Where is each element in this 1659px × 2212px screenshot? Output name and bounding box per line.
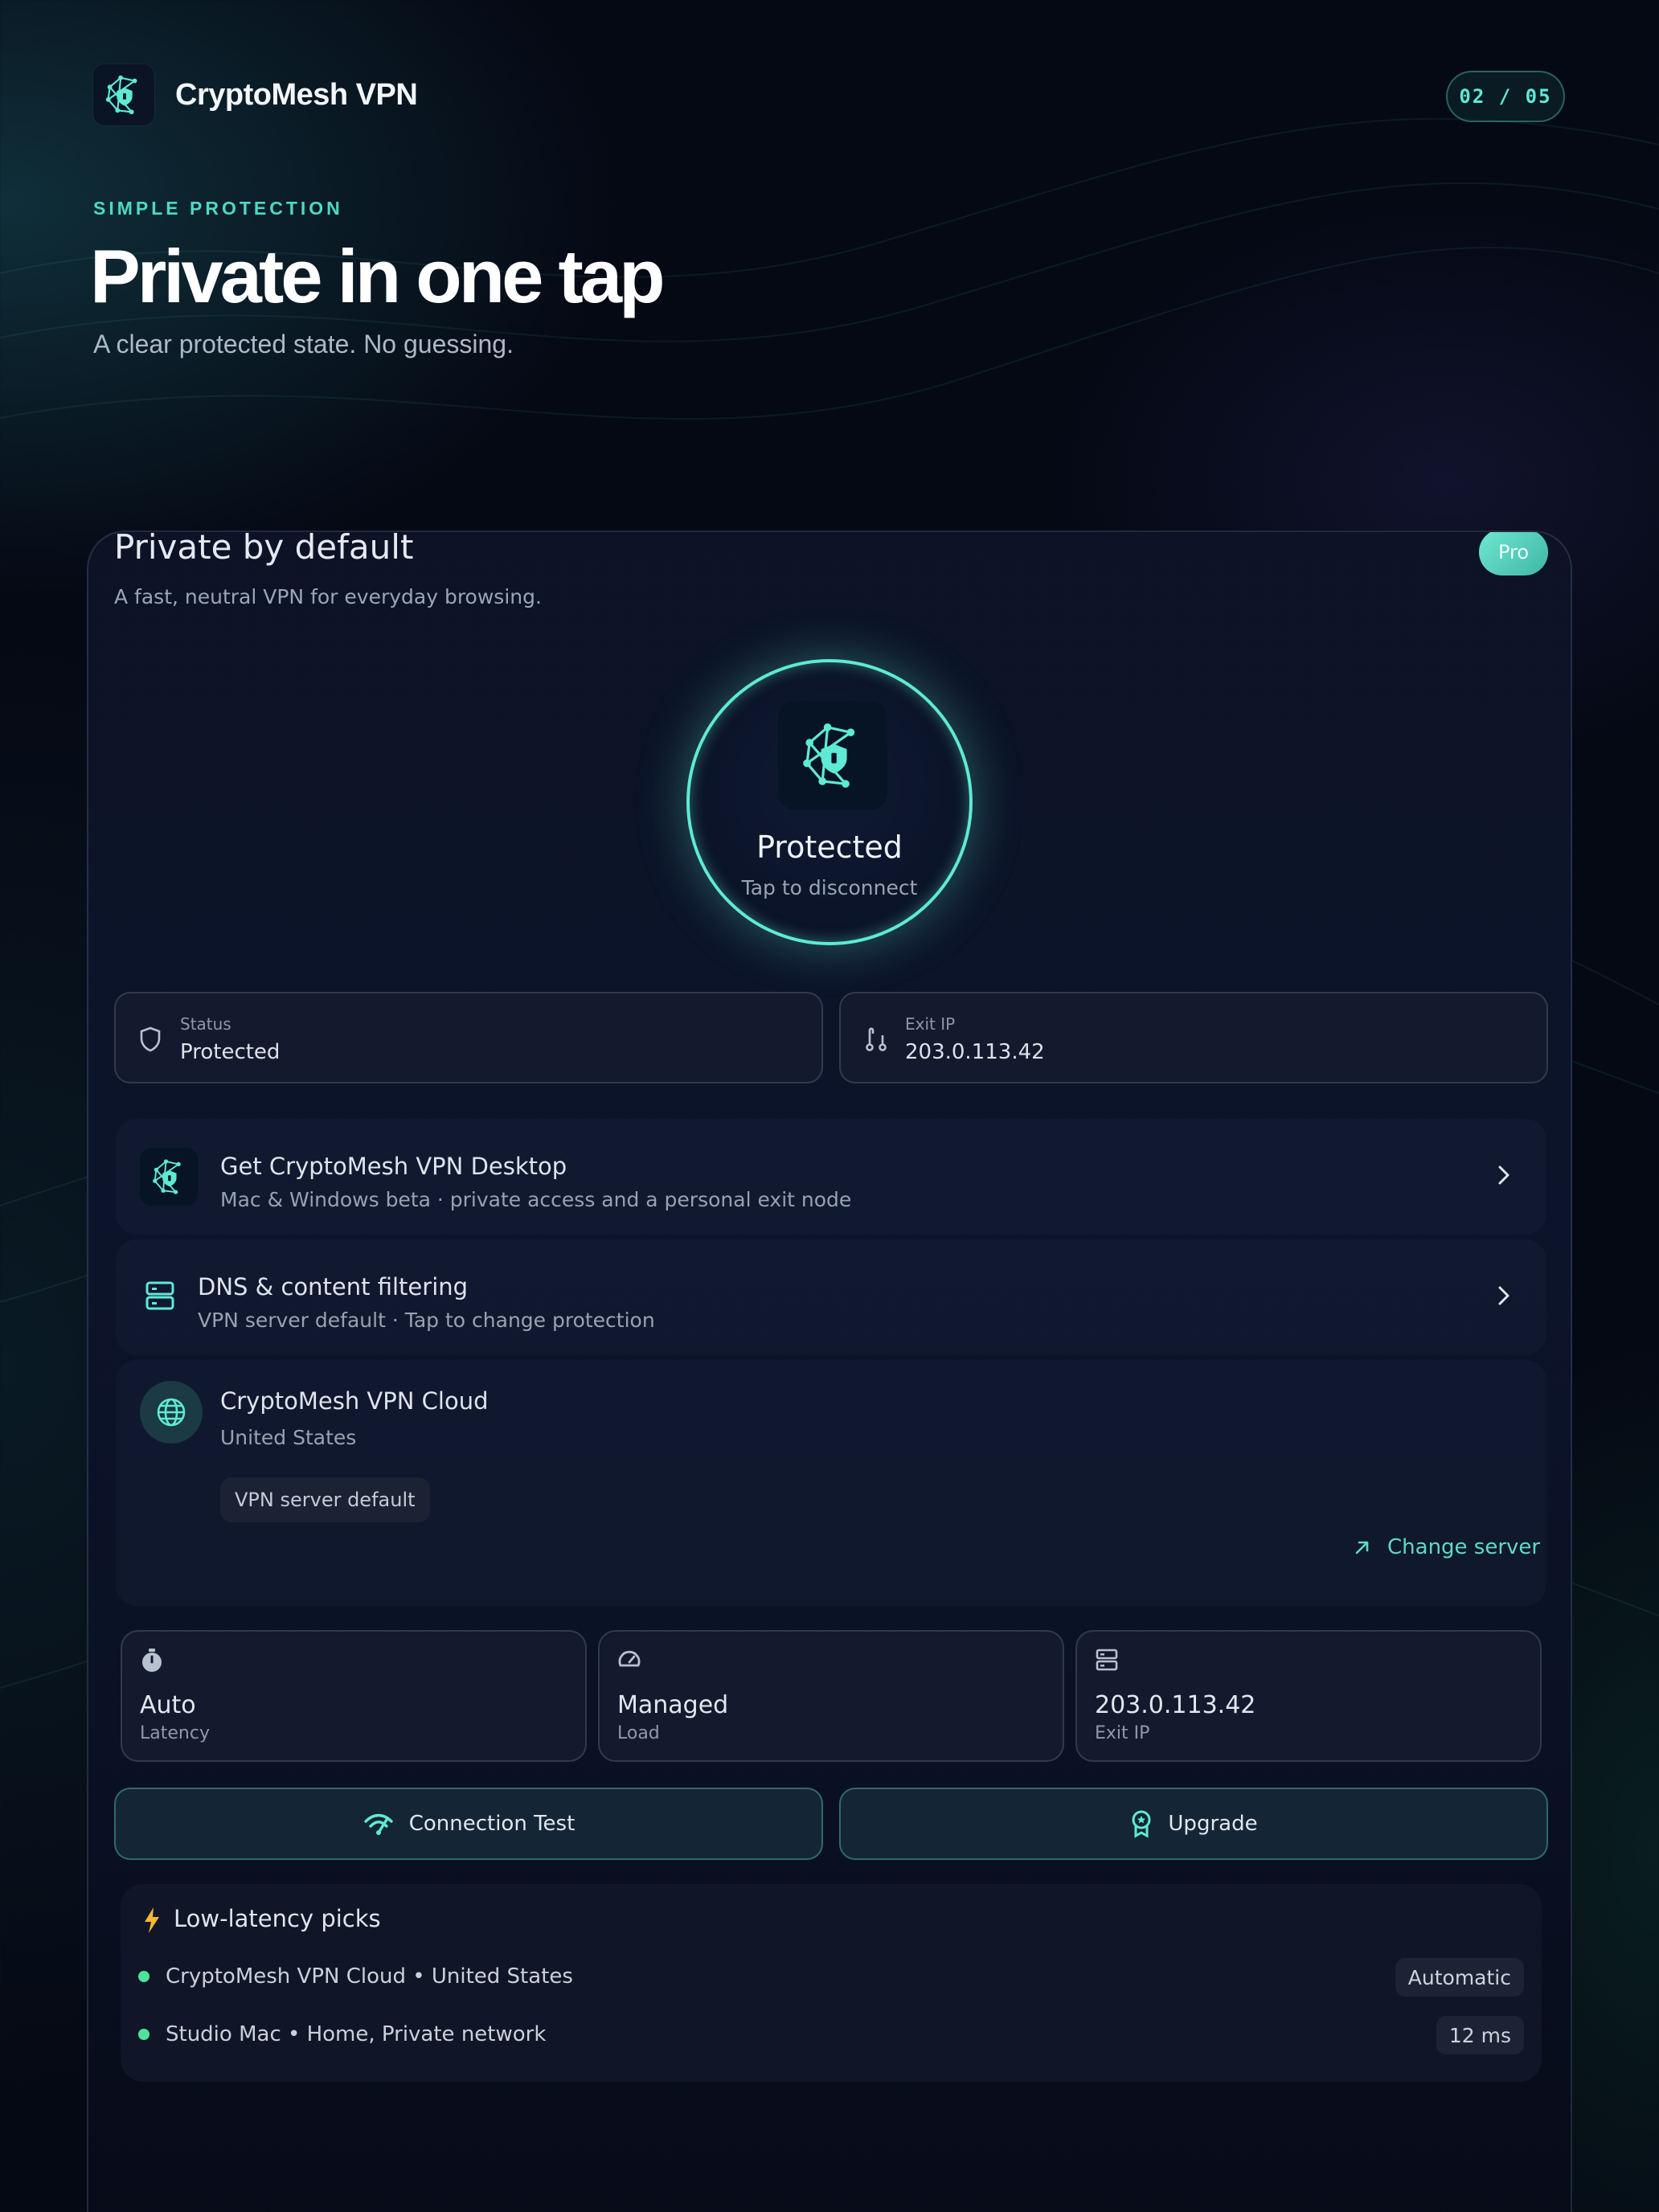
app-preview-card: Private by default Pro A fast, neutral V… xyxy=(87,530,1572,2212)
server-icon xyxy=(1095,1648,1119,1675)
hero-subtitle: A clear protected state. No guessing. xyxy=(93,330,514,358)
connect-toggle-button[interactable]: Protected Tap to disconnect xyxy=(686,659,973,945)
connection-state: Protected xyxy=(756,830,903,865)
exit-ip-box: Exit IP 203.0.113.42 xyxy=(839,992,1548,1083)
server-location: United States xyxy=(220,1426,357,1449)
pick-tag: 12 ms xyxy=(1436,2016,1524,2054)
gauge-icon xyxy=(617,1648,641,1675)
change-server-label: Change server xyxy=(1387,1535,1541,1559)
latency-stat: Auto Latency xyxy=(121,1630,587,1762)
connection-hint: Tap to disconnect xyxy=(741,876,918,899)
globe-icon xyxy=(140,1381,203,1444)
latency-value: Auto xyxy=(140,1691,196,1719)
online-status-dot xyxy=(138,1971,150,1982)
online-status-dot xyxy=(138,2029,150,2040)
speed-signal-icon xyxy=(364,1813,393,1835)
server-section: CryptoMesh VPN Cloud United States VPN s… xyxy=(116,1360,1546,1606)
app-name: CryptoMesh VPN xyxy=(175,77,418,112)
load-stat: Managed Load xyxy=(598,1630,1064,1762)
step-indicator: 02 / 05 xyxy=(1446,71,1565,122)
connection-test-button[interactable]: Connection Test xyxy=(114,1788,823,1860)
pick-label: CryptoMesh VPN Cloud • United States xyxy=(166,1964,573,1989)
hero-title: Private in one tap xyxy=(90,234,666,318)
exit-ip-stat: 203.0.113.42 Exit IP xyxy=(1075,1630,1542,1762)
upgrade-label: Upgrade xyxy=(1168,1812,1258,1836)
lightning-bolt-icon xyxy=(143,1907,161,1937)
change-server-link[interactable]: Change server xyxy=(1352,1535,1540,1559)
dns-filtering-row[interactable]: DNS & content filtering VPN server defau… xyxy=(116,1239,1546,1355)
status-box: Status Protected xyxy=(114,992,823,1083)
dns-subtitle: VPN server default · Tap to change prote… xyxy=(198,1309,655,1332)
connection-test-label: Connection Test xyxy=(408,1812,576,1836)
low-latency-picks: Low-latency picks CryptoMesh VPN Cloud •… xyxy=(121,1884,1542,2082)
arrow-up-right-icon xyxy=(1355,1541,1369,1555)
chevron-right-icon xyxy=(1497,1284,1511,1310)
dns-title: DNS & content filtering xyxy=(198,1273,469,1301)
exit-ip-stat-label: Exit IP xyxy=(1095,1723,1150,1743)
app-logo-icon xyxy=(778,701,887,810)
load-label: Load xyxy=(617,1723,660,1743)
pro-badge[interactable]: Pro xyxy=(1479,532,1548,576)
desktop-promo-row[interactable]: Get CryptoMesh VPN Desktop Mac & Windows… xyxy=(116,1119,1546,1235)
pick-row[interactable]: CryptoMesh VPN Cloud • United States Aut… xyxy=(138,1958,1524,1997)
server-name: CryptoMesh VPN Cloud xyxy=(220,1387,489,1415)
status-label: Status xyxy=(180,1014,231,1034)
route-icon xyxy=(863,1026,889,1056)
desktop-promo-title: Get CryptoMesh VPN Desktop xyxy=(220,1153,567,1180)
exit-ip-value: 203.0.113.42 xyxy=(905,1040,1045,1064)
brand: CryptoMesh VPN xyxy=(93,64,418,125)
server-rack-icon xyxy=(145,1280,175,1315)
card-subtitle: A fast, neutral VPN for everyday browsin… xyxy=(114,585,542,608)
picks-title: Low-latency picks xyxy=(174,1905,381,1932)
pick-label: Studio Mac • Home, Private network xyxy=(166,2022,547,2046)
chevron-right-icon xyxy=(1497,1164,1511,1190)
shield-icon xyxy=(138,1026,162,1056)
exit-ip-label: Exit IP xyxy=(905,1014,956,1034)
latency-label: Latency xyxy=(140,1723,210,1743)
card-title: Private by default xyxy=(114,530,414,567)
hero-eyebrow: SIMPLE PROTECTION xyxy=(93,198,343,219)
server-default-chip: VPN server default xyxy=(220,1477,430,1522)
award-badge-icon xyxy=(1132,1810,1151,1838)
app-logo-icon xyxy=(93,64,154,125)
upgrade-button[interactable]: Upgrade xyxy=(839,1788,1548,1860)
load-value: Managed xyxy=(617,1691,729,1719)
pick-row[interactable]: Studio Mac • Home, Private network 12 ms xyxy=(138,2016,1524,2054)
stopwatch-icon xyxy=(140,1648,164,1677)
desktop-promo-subtitle: Mac & Windows beta · private access and … xyxy=(220,1188,852,1211)
app-logo-icon xyxy=(140,1148,198,1206)
exit-ip-stat-value: 203.0.113.42 xyxy=(1095,1691,1256,1719)
status-value: Protected xyxy=(180,1040,281,1064)
pick-tag: Automatic xyxy=(1395,1958,1524,1997)
